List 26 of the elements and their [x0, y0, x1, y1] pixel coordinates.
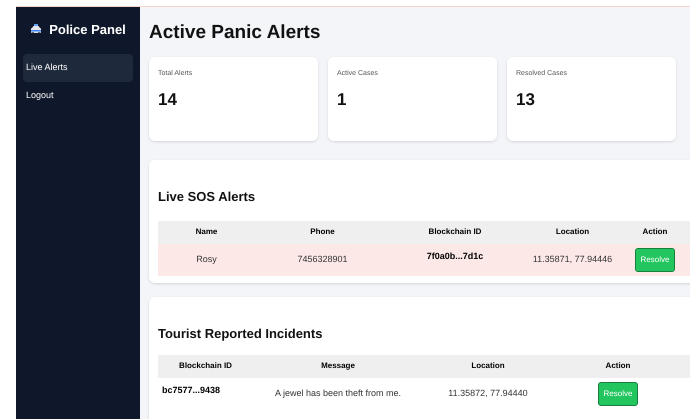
stat-value: 1	[337, 88, 348, 110]
stat-value: 14	[158, 88, 178, 110]
sidebar-item[interactable]: Live Alerts	[23, 54, 133, 82]
section-title: Tourist Reported Incidents	[158, 325, 324, 343]
column-header: Location	[554, 226, 590, 238]
table-cell-text: bc7577...9438	[161, 384, 222, 396]
column-header: Phone	[309, 226, 336, 238]
column-header: Blockchain ID	[428, 226, 482, 238]
stat-value: 13	[516, 88, 536, 110]
table-cell-text: 7f0a0b...7d1c	[426, 250, 484, 262]
table-cell-text: 7456328901	[296, 252, 349, 266]
column-header: Message	[320, 360, 356, 372]
column-header: Action	[642, 226, 668, 238]
table-cell-text: 11.35872, 77.94440	[447, 386, 529, 400]
column-header: Location	[470, 360, 506, 372]
column-header: Blockchain ID	[178, 360, 233, 372]
table-cell-text: A jewel has been theft from me.	[274, 386, 402, 400]
column-header: Name	[194, 226, 218, 238]
column-header: Action	[604, 360, 632, 372]
police-car-icon	[30, 24, 42, 36]
sidebar-item[interactable]: Logout	[23, 82, 133, 110]
sidebar-title: Police Panel	[49, 21, 126, 39]
table-cell-text: Rosy	[195, 252, 218, 266]
page-title: Active Panic Alerts	[149, 21, 322, 45]
section-title: Live SOS Alerts	[158, 188, 256, 206]
table-cell-text: 11.35871, 77.94446	[532, 252, 614, 266]
